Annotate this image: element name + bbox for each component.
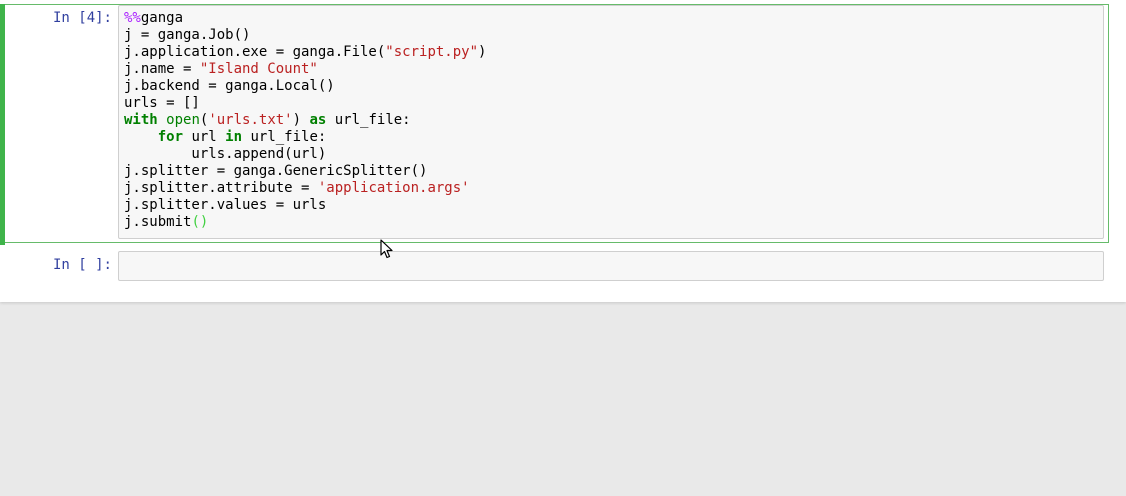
code-token: j.splitter.values = urls	[124, 197, 327, 213]
code-token: url_file:	[242, 129, 327, 145]
code-token: ()	[191, 214, 209, 230]
code-line: urls.append(url)	[124, 146, 1103, 163]
code-token: for	[157, 129, 184, 145]
code-token: ganga	[140, 10, 184, 26]
code-token: url	[183, 129, 226, 145]
code-token: j = ganga.Job()	[124, 27, 251, 43]
code-token: j.splitter = ganga.GenericSplitter()	[124, 163, 428, 179]
code-line: %%ganga	[124, 10, 1103, 27]
mouse-pointer-icon	[380, 239, 393, 259]
code-editor[interactable]: %%ganga j = ganga.Job() j.application.exe …	[118, 5, 1104, 239]
code-line: urls = []	[124, 95, 1103, 112]
code-token: %%	[124, 10, 141, 26]
code-token: j.splitter.attribute =	[124, 180, 318, 196]
code-line: j.submit()	[124, 214, 1103, 231]
code-token: )	[478, 44, 487, 60]
code-line: j.splitter.values = urls	[124, 197, 1103, 214]
code-token: open	[166, 112, 200, 128]
notebook-page: In [4]: %%ganga j = ganga.Job() j.applicat…	[0, 0, 1126, 302]
code-token: )	[292, 112, 310, 128]
code-token: urls.append(url)	[124, 146, 327, 162]
code-token: urls = []	[124, 95, 200, 111]
code-token: url_file:	[326, 112, 411, 128]
empty-code-editor[interactable]	[118, 251, 1104, 281]
empty-code-text[interactable]	[119, 252, 1103, 256]
code-line: for url in url_file:	[124, 129, 1103, 146]
code-token: "script.py"	[385, 44, 479, 60]
code-line: j = ganga.Job()	[124, 27, 1103, 44]
code-token: with	[124, 112, 158, 128]
code-token: as	[309, 112, 327, 128]
code-token: j.name =	[124, 61, 200, 77]
code-token: in	[225, 129, 243, 145]
code-token: "Island Count"	[199, 61, 318, 77]
code-token: j.submit	[124, 214, 192, 230]
code-line: j.splitter = ganga.GenericSplitter()	[124, 163, 1103, 180]
cell-edit-mode-indicator	[0, 4, 5, 245]
code-line: j.name = "Island Count"	[124, 61, 1103, 78]
code-text[interactable]: %%ganga j = ganga.Job() j.application.exe …	[119, 6, 1103, 231]
code-token: 'application.args'	[317, 180, 470, 196]
code-token: j.backend = ganga.Local()	[124, 78, 335, 94]
input-prompt: In [4]:	[52, 10, 112, 26]
code-line: j.application.exe = ganga.File("script.p…	[124, 44, 1103, 61]
code-line: j.splitter.attribute = 'application.args…	[124, 180, 1103, 197]
code-token: j.application.exe = ganga.File(	[124, 44, 386, 60]
code-line: with open('urls.txt') as url_file:	[124, 112, 1103, 129]
empty-cell-prompt: In [ ]:	[52, 257, 112, 273]
code-token: 'urls.txt'	[208, 112, 293, 128]
code-line: j.backend = ganga.Local()	[124, 78, 1103, 95]
